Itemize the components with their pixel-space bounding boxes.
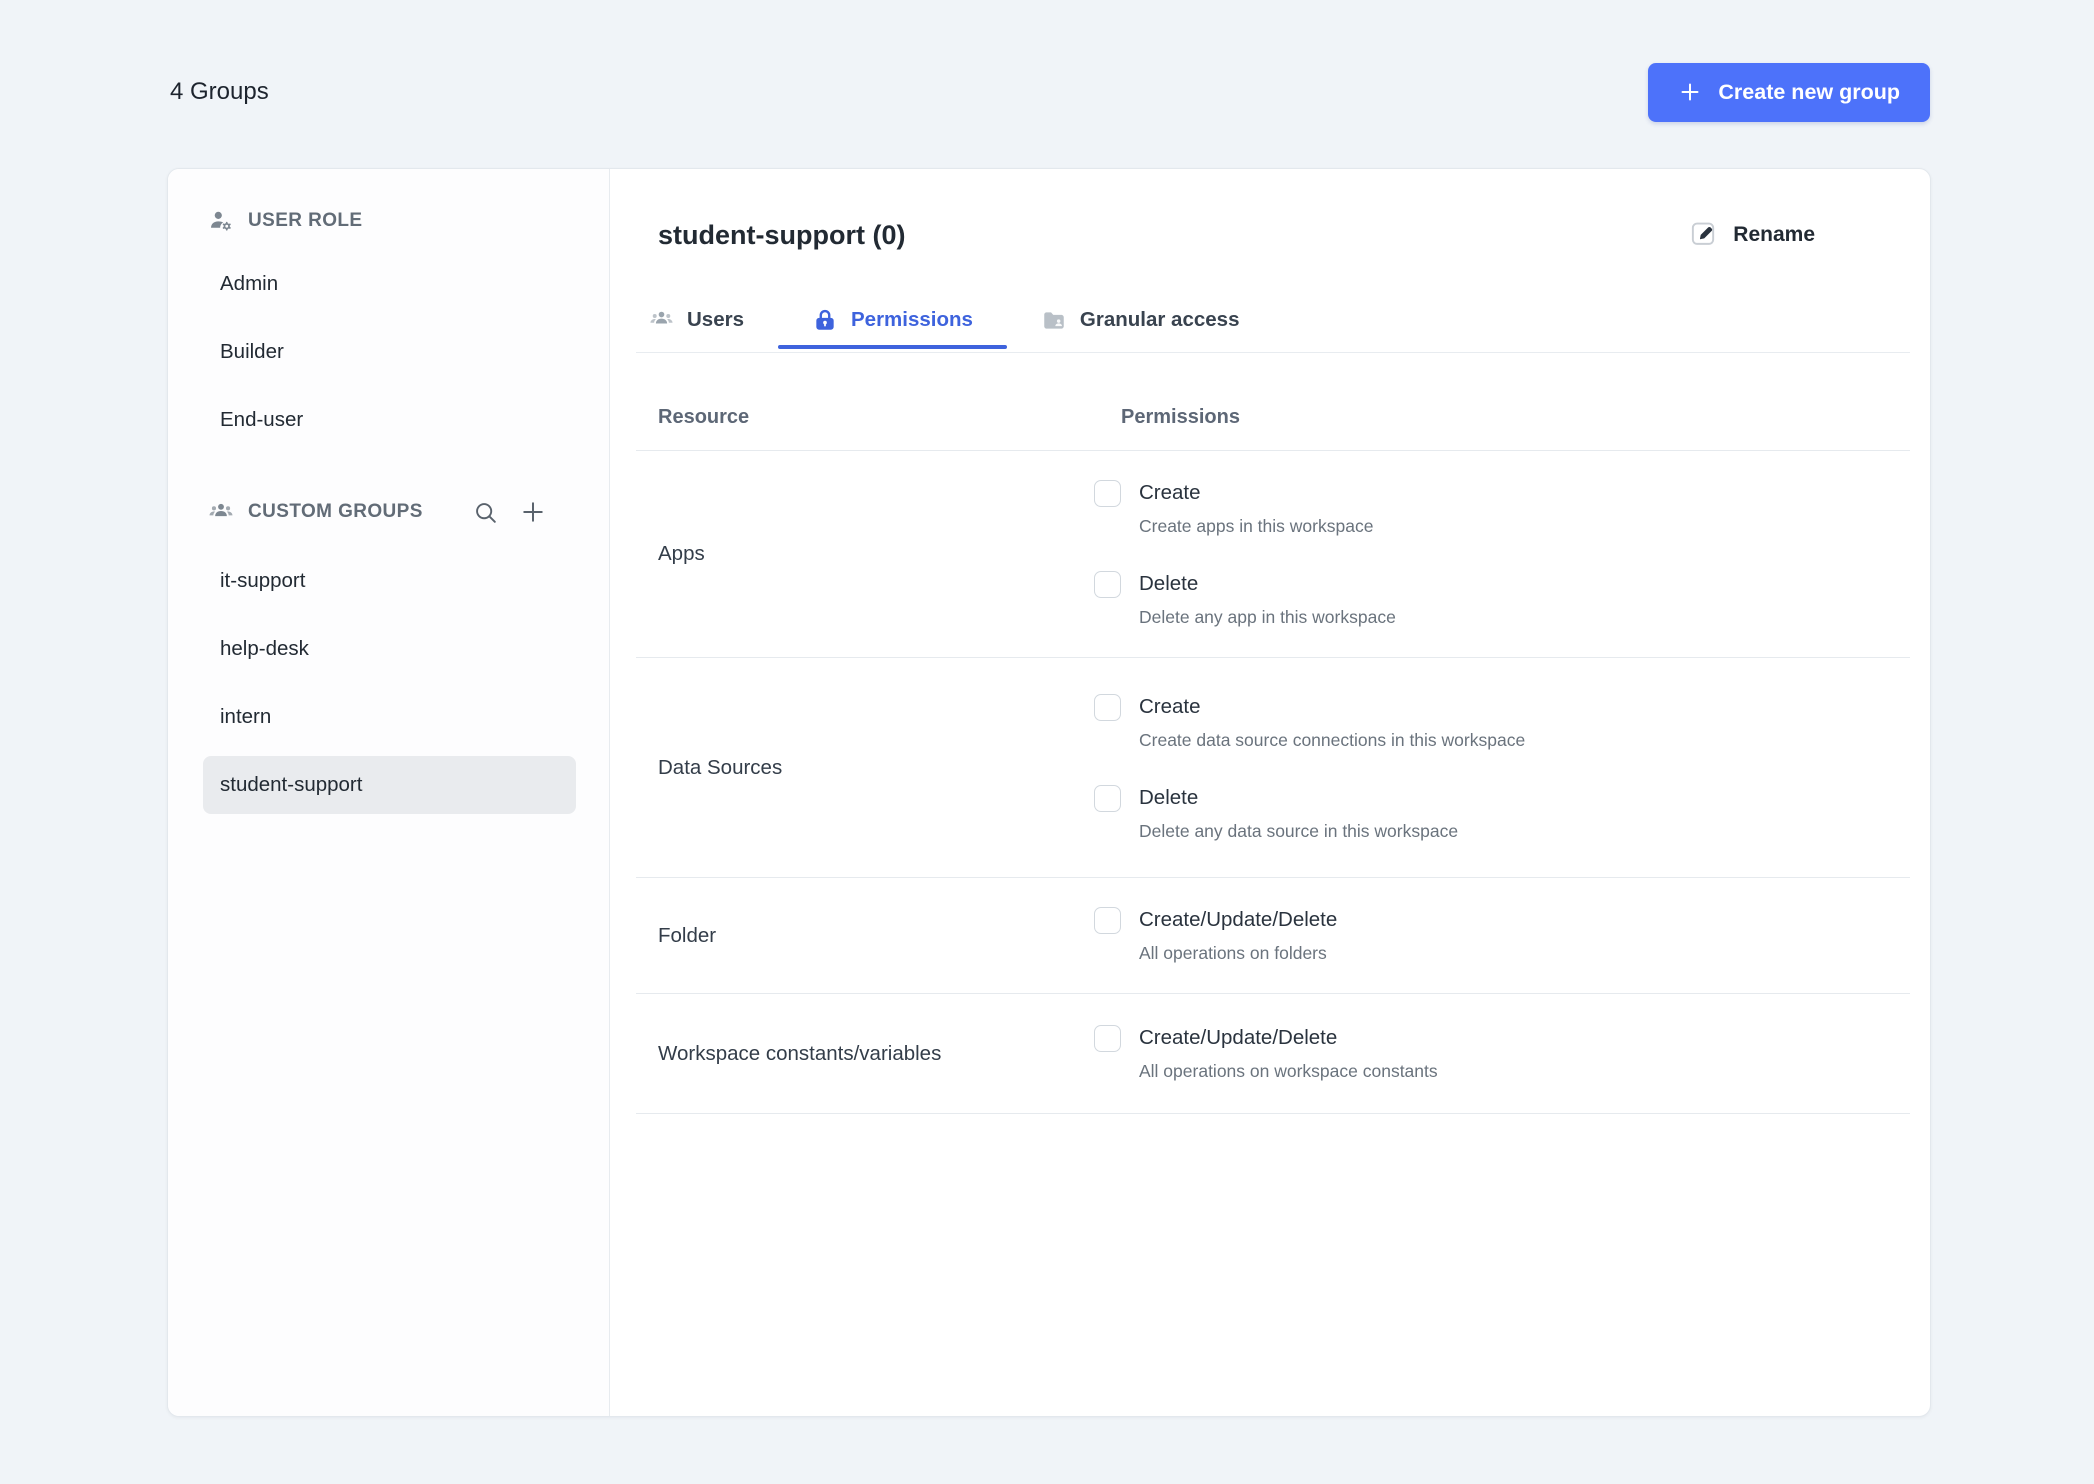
rename-label: Rename — [1733, 223, 1815, 246]
permission-description: All operations on folders — [1139, 943, 1327, 963]
tab-permissions-label: Permissions — [851, 307, 973, 331]
permission-item: Create/Update/Delete All operations on w… — [1094, 1024, 1438, 1083]
resource-label: Workspace constants/variables — [658, 1041, 942, 1065]
permission-name: Create — [1139, 694, 1201, 718]
custom-groups-list: it-support help-desk intern student-supp… — [168, 547, 609, 814]
folder-user-icon — [1041, 307, 1067, 333]
sidebar-item-label: Admin — [220, 272, 279, 295]
user-role-list: Admin Builder End-user — [168, 250, 609, 454]
edit-pencil-icon — [1689, 218, 1718, 253]
permissions-cell: Create Create data source connections in… — [1094, 693, 1525, 843]
page-title: 4 Groups — [170, 78, 269, 105]
checkbox-apps-create[interactable] — [1094, 480, 1121, 507]
permission-name: Create/Update/Delete — [1139, 908, 1338, 931]
permission-item: Create Create apps in this workspace — [1094, 479, 1396, 538]
people-group-icon — [208, 499, 234, 525]
resource-label: Data Sources — [658, 755, 783, 779]
sidebar-item-student-support[interactable]: student-support — [203, 756, 576, 814]
search-icon[interactable] — [472, 499, 499, 526]
permission-name: Delete — [1139, 572, 1199, 595]
sidebar-item-label: Builder — [220, 340, 284, 363]
sidebar-item-builder[interactable]: Builder — [168, 318, 609, 386]
group-detail-header: student-support (0) Rename — [636, 169, 1910, 254]
sidebar-item-label: End-user — [220, 408, 304, 431]
column-header-permissions: Permissions — [1121, 406, 1240, 428]
permissions-cell: Create/Update/Delete All operations on f… — [1094, 906, 1337, 965]
checkbox-workspace-constants-cud[interactable] — [1094, 1025, 1121, 1052]
permission-text: Delete Delete any data source in this wo… — [1139, 784, 1458, 843]
rename-button[interactable]: Rename — [1689, 218, 1815, 253]
permissions-table-header: Resource Permissions — [636, 353, 1910, 451]
permission-text: Create/Update/Delete All operations on w… — [1139, 1024, 1438, 1083]
permission-item: Create Create data source connections in… — [1094, 693, 1525, 752]
top-bar: 4 Groups Create new group — [170, 62, 1930, 122]
users-icon — [649, 307, 674, 332]
sidebar-item-end-user[interactable]: End-user — [168, 386, 609, 454]
permission-item: Delete Delete any data source in this wo… — [1094, 784, 1525, 843]
person-gear-icon — [208, 208, 234, 234]
permission-row-data-sources: Data Sources Create Create data source c… — [636, 658, 1910, 878]
sidebar-item-label: help-desk — [220, 637, 309, 660]
permission-description: Create data source connections in this w… — [1139, 729, 1526, 750]
tab-users-label: Users — [687, 307, 744, 331]
permission-item: Delete Delete any app in this workspace — [1094, 570, 1396, 629]
permission-name: Delete — [1139, 785, 1199, 809]
sidebar-item-label: it-support — [220, 569, 306, 592]
tab-users[interactable]: Users — [636, 307, 778, 346]
resource-label: Folder — [658, 923, 717, 947]
permission-row-apps: Apps Create Create apps in this workspac… — [636, 451, 1910, 658]
create-new-group-label: Create new group — [1718, 79, 1900, 104]
sidebar-item-help-desk[interactable]: help-desk — [168, 615, 609, 683]
custom-groups-section-label: CUSTOM GROUPS — [248, 501, 423, 522]
group-detail-panel: student-support (0) Rename Users Permiss… — [610, 169, 1930, 1416]
groups-sidebar: USER ROLE Admin Builder End-user CUSTOM … — [168, 169, 610, 1416]
resource-label: Apps — [658, 542, 705, 565]
permission-name: Create — [1139, 481, 1201, 504]
sidebar-item-intern[interactable]: intern — [168, 683, 609, 751]
tab-permissions[interactable]: Permissions — [778, 307, 1007, 349]
permission-description: Delete any data source in this workspace — [1139, 820, 1459, 841]
group-tabs: Users Permissions Granular access — [636, 301, 1910, 353]
add-group-icon[interactable] — [519, 498, 547, 526]
permission-text: Create/Update/Delete All operations on f… — [1139, 906, 1337, 965]
user-role-section-header: USER ROLE — [168, 199, 609, 243]
permission-text: Delete Delete any app in this workspace — [1139, 570, 1396, 629]
sidebar-item-label: student-support — [220, 773, 363, 796]
tab-granular-access-label: Granular access — [1079, 307, 1240, 331]
groups-settings-page: 4 Groups Create new group USER ROLE Admi… — [0, 0, 2094, 1484]
user-role-section-label: USER ROLE — [248, 210, 363, 231]
checkbox-datasources-delete[interactable] — [1094, 784, 1121, 812]
group-title: student-support (0) — [658, 220, 906, 250]
custom-groups-section-header: CUSTOM GROUPS — [168, 490, 609, 534]
custom-groups-tools — [472, 498, 547, 526]
permissions-cell: Create Create apps in this workspace Del… — [1094, 479, 1396, 629]
tab-granular-access[interactable]: Granular access — [1007, 307, 1274, 347]
permission-row-workspace-constants: Workspace constants/variables Create/Upd… — [636, 994, 1910, 1114]
permission-row-folder: Folder Create/Update/Delete All operatio… — [636, 878, 1910, 994]
sidebar-item-it-support[interactable]: it-support — [168, 547, 609, 615]
permission-description: All operations on workspace constants — [1139, 1061, 1438, 1081]
column-header-resource: Resource — [658, 406, 750, 428]
create-new-group-button[interactable]: Create new group — [1648, 62, 1930, 122]
permission-description: Create apps in this workspace — [1139, 516, 1374, 536]
permission-description: Delete any app in this workspace — [1139, 607, 1396, 627]
lock-icon — [812, 307, 838, 333]
permission-text: Create Create data source connections in… — [1139, 693, 1525, 752]
sidebar-item-label: intern — [220, 705, 272, 728]
checkbox-folder-cud[interactable] — [1094, 907, 1121, 934]
permission-item: Create/Update/Delete All operations on f… — [1094, 906, 1337, 965]
permissions-cell: Create/Update/Delete All operations on w… — [1094, 1024, 1438, 1083]
permission-name: Create/Update/Delete — [1139, 1026, 1338, 1049]
plus-icon — [1678, 80, 1702, 104]
sidebar-item-admin[interactable]: Admin — [168, 250, 609, 318]
checkbox-apps-delete[interactable] — [1094, 571, 1121, 598]
permission-text: Create Create apps in this workspace — [1139, 479, 1373, 538]
checkbox-datasources-create[interactable] — [1094, 693, 1121, 721]
groups-card: USER ROLE Admin Builder End-user CUSTOM … — [167, 168, 1931, 1417]
